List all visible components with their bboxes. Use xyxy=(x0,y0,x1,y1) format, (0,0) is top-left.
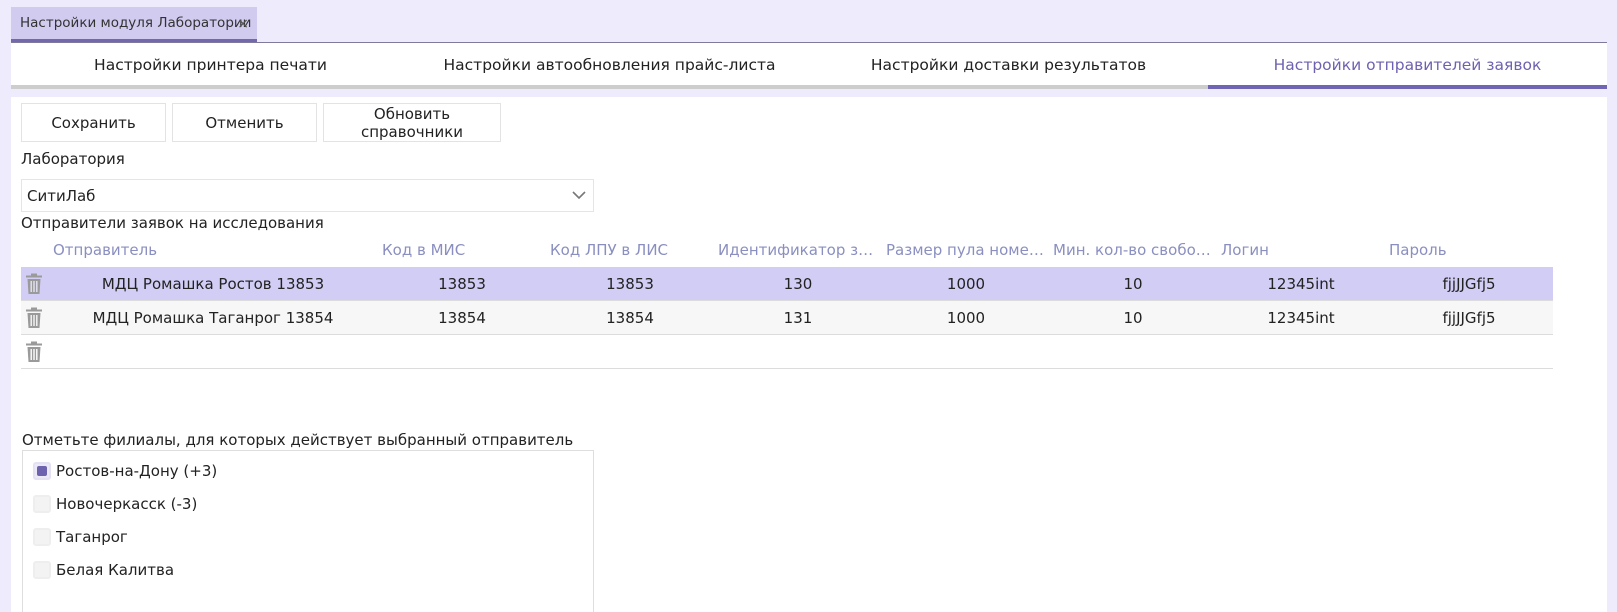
cell-mis-code: 13854 xyxy=(438,309,486,327)
cell-min-free: 10 xyxy=(1123,275,1143,293)
document-tab-lab-settings[interactable]: Настройки модуля Лаборатории × xyxy=(11,7,257,42)
branches-title: Отметьте филиалы, для которых действует … xyxy=(22,431,574,449)
branch-label: Таганрог xyxy=(56,528,128,546)
cancel-button[interactable]: Отменить xyxy=(172,103,317,142)
tab-printer-settings[interactable]: Настройки принтера печати xyxy=(11,43,410,89)
checkbox[interactable] xyxy=(33,495,51,513)
checkbox[interactable] xyxy=(33,462,51,480)
cell-lpu-code: 13853 xyxy=(606,275,654,293)
cell-password: fjjJJGfj5 xyxy=(1442,275,1496,293)
cell-lpu-code: 13854 xyxy=(606,309,654,327)
cell-login: 12345int xyxy=(1267,275,1335,293)
column-header-login[interactable]: Логин xyxy=(1221,241,1381,259)
settings-tabs: Настройки принтера печати Настройки авто… xyxy=(11,43,1607,89)
table-header: Отправитель Код в МИС Код ЛПУ в ЛИС Иден… xyxy=(21,235,1553,267)
column-header-lpu-code[interactable]: Код ЛПУ в ЛИС xyxy=(550,241,710,259)
cell-login: 12345int xyxy=(1267,309,1335,327)
tab-pricelist-autoupdate[interactable]: Настройки автообновления прайс-листа xyxy=(410,43,809,89)
tab-request-senders[interactable]: Настройки отправителей заявок xyxy=(1208,43,1607,89)
table-row[interactable]: МДЦ Ромашка Таганрог 13854 13854 13854 1… xyxy=(21,301,1553,335)
cell-pool-size: 1000 xyxy=(946,309,986,327)
branch-item-taganrog[interactable]: Таганрог xyxy=(33,528,128,546)
column-header-password[interactable]: Пароль xyxy=(1389,241,1549,259)
laboratory-select[interactable]: СитиЛаб xyxy=(21,179,594,212)
close-icon[interactable]: × xyxy=(237,16,249,32)
column-header-identifier[interactable]: Идентификатор зака... xyxy=(718,241,878,259)
column-header-mis-code[interactable]: Код в МИС xyxy=(382,241,542,259)
branches-list: Ростов-на-Дону (+3) Новочеркасск (-3) Та… xyxy=(22,450,594,612)
cell-sender: МДЦ Ромашка Таганрог 13854 xyxy=(92,309,334,327)
checkbox[interactable] xyxy=(33,528,51,546)
trash-icon[interactable] xyxy=(25,273,43,295)
branch-item-rostov[interactable]: Ростов-на-Дону (+3) xyxy=(33,462,217,480)
cell-identifier: 131 xyxy=(783,309,813,327)
document-tab-title: Настройки модуля Лаборатории xyxy=(20,15,252,31)
cell-pool-size: 1000 xyxy=(946,275,986,293)
column-header-pool-size[interactable]: Размер пула номеро... xyxy=(886,241,1046,259)
branch-label: Белая Калитва xyxy=(56,561,175,579)
toolbar: Сохранить Отменить Обновить справочники xyxy=(21,103,507,142)
senders-table: Отправитель Код в МИС Код ЛПУ в ЛИС Иден… xyxy=(21,235,1553,369)
checkbox[interactable] xyxy=(33,561,51,579)
branch-item-belaya-kalitva[interactable]: Белая Калитва xyxy=(33,561,174,579)
refresh-directories-button[interactable]: Обновить справочники xyxy=(323,103,501,142)
trash-icon[interactable] xyxy=(25,341,43,363)
content-panel: Сохранить Отменить Обновить справочники … xyxy=(11,97,1607,612)
table-row[interactable]: МДЦ Ромашка Ростов 13853 13853 13853 130… xyxy=(21,267,1553,301)
senders-title: Отправители заявок на исследования xyxy=(21,214,324,232)
cell-sender: МДЦ Ромашка Ростов 13853 xyxy=(101,275,325,293)
column-header-sender[interactable]: Отправитель xyxy=(53,241,373,259)
laboratory-label: Лаборатория xyxy=(21,150,125,168)
branch-item-novocherkassk[interactable]: Новочеркасск (-3) xyxy=(33,495,197,513)
branch-label: Ростов-на-Дону (+3) xyxy=(56,462,218,480)
cell-min-free: 10 xyxy=(1123,309,1143,327)
cell-password: fjjJJGfj5 xyxy=(1442,309,1496,327)
new-row[interactable] xyxy=(21,335,1553,369)
chevron-down-icon xyxy=(572,191,586,200)
column-header-min-free[interactable]: Мин. кол-во свобод... xyxy=(1053,241,1213,259)
save-button[interactable]: Сохранить xyxy=(21,103,166,142)
trash-icon[interactable] xyxy=(25,307,43,329)
document-tab-bar: Настройки модуля Лаборатории × xyxy=(11,7,1617,43)
tab-results-delivery[interactable]: Настройки доставки результатов xyxy=(809,43,1208,89)
cell-identifier: 130 xyxy=(783,275,813,293)
branch-label: Новочеркасск (-3) xyxy=(56,495,198,513)
laboratory-select-value: СитиЛаб xyxy=(27,186,96,205)
cell-mis-code: 13853 xyxy=(438,275,486,293)
